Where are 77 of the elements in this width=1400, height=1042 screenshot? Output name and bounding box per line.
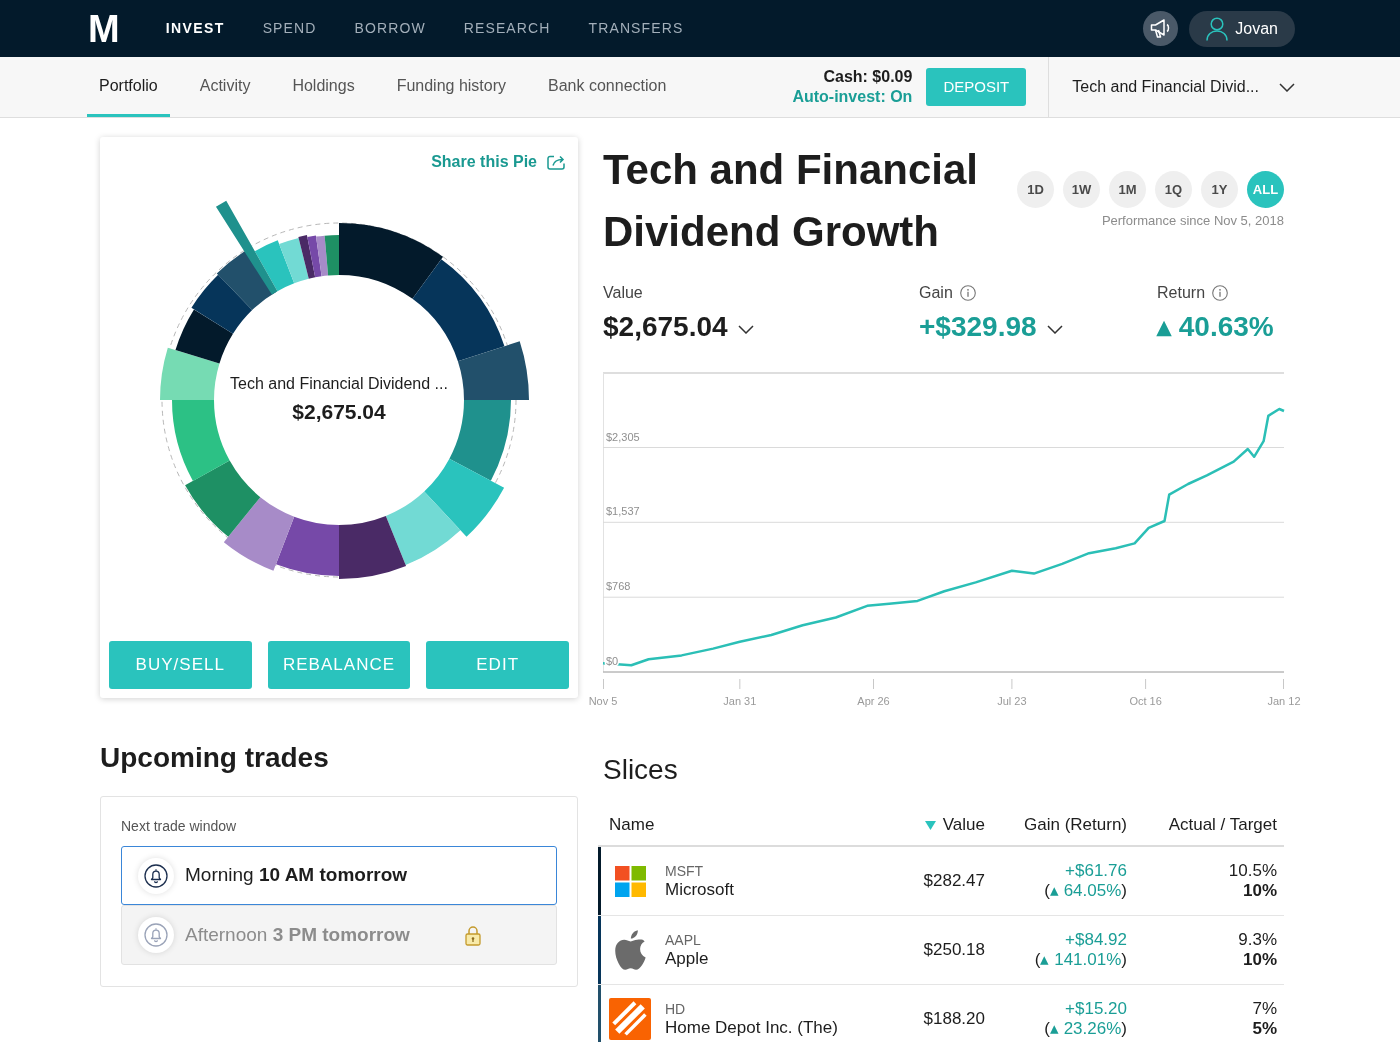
ticker: MSFT — [665, 862, 705, 880]
section-title: Upcoming trades — [100, 741, 330, 775]
four-squares-logo-icon — [614, 865, 646, 897]
tab[interactable]: Activity — [187, 57, 263, 117]
megaphone-button[interactable] — [1143, 11, 1179, 46]
stat-label: Value — [603, 283, 643, 303]
trade-window-option[interactable]: Morning 10 AM tomorrow — [121, 846, 557, 905]
target-percent: 10% — [1242, 950, 1277, 970]
slice-value: $282.47 — [923, 870, 985, 893]
gain-value: +$61.76 — [1065, 861, 1127, 881]
target-percent: 10% — [1242, 881, 1277, 901]
axis-label: Oct 16 — [1129, 695, 1162, 707]
slice-value: $188.20 — [923, 1008, 985, 1031]
tab[interactable]: Portfolio — [87, 57, 170, 117]
square-logo-icon — [609, 998, 651, 1040]
range-button[interactable]: 1D — [1017, 171, 1054, 208]
person-icon — [1206, 16, 1229, 41]
return-value: (▴ 23.26%) — [1044, 1019, 1127, 1039]
axis-label: Jul 23 — [997, 695, 1027, 707]
cash-balance: Cash: $0.09 — [823, 67, 913, 87]
gain-value: +$15.20 — [1065, 999, 1127, 1019]
nav-link[interactable]: RESEARCH — [463, 18, 551, 39]
range-button[interactable]: 1W — [1063, 171, 1100, 208]
slice-value: $250.18 — [923, 939, 985, 962]
user-menu-button[interactable]: Jovan — [1189, 10, 1295, 47]
actual-percent: 7% — [1252, 999, 1277, 1019]
nav-link[interactable]: TRANSFERS — [588, 18, 684, 39]
logo[interactable]: M — [88, 8, 120, 49]
column-header[interactable]: Actual / Target — [1168, 812, 1277, 838]
section-title: Slices — [603, 753, 679, 787]
gain-value: +$84.92 — [1065, 930, 1127, 950]
nav-link[interactable]: INVEST — [165, 18, 225, 39]
pie-dropdown[interactable]: Tech and Financial Divid... — [1048, 57, 1295, 117]
slice-name: Home Depot Inc. (The) — [665, 1018, 839, 1038]
stat-value: +$329.98 — [919, 310, 1037, 344]
tab[interactable]: Holdings — [280, 57, 367, 117]
target-percent: 5% — [1252, 1019, 1277, 1039]
axis-label: Jan 12 — [1267, 695, 1301, 707]
axis-label: $1,537 — [606, 505, 640, 518]
chevron-down-icon — [1279, 82, 1295, 92]
tab[interactable]: Funding history — [384, 57, 519, 117]
nav-link[interactable]: SPEND — [262, 18, 317, 39]
column-header[interactable]: Name — [609, 812, 655, 838]
megaphone-icon — [1150, 19, 1172, 38]
page-title: Tech and Financial Dividend Growth — [603, 145, 979, 257]
return-value: (▴ 64.05%) — [1044, 881, 1127, 901]
field-label: Next trade window — [121, 817, 238, 835]
actual-percent: 10.5% — [1228, 861, 1277, 881]
apple-logo-icon — [614, 930, 646, 970]
stat-value: ▴ 40.63% — [1157, 310, 1274, 344]
column-header[interactable]: Gain (Return) — [1024, 812, 1127, 838]
slice-name: Microsoft — [665, 880, 735, 900]
column-header[interactable]: Value — [924, 812, 985, 838]
axis-label: $2,305 — [606, 430, 640, 443]
actual-percent: 9.3% — [1238, 930, 1277, 950]
axis-label: Nov 5 — [588, 695, 618, 707]
axis-label: Jan 31 — [723, 695, 757, 707]
slice-name: Apple — [665, 949, 710, 969]
lock-icon — [464, 924, 481, 946]
range-button[interactable]: 1Q — [1155, 171, 1192, 208]
nav-link[interactable]: BORROW — [354, 18, 426, 39]
axis-label: Apr 26 — [857, 695, 890, 707]
ticker: HD — [665, 1000, 687, 1018]
sort-icon — [924, 820, 936, 830]
stat-value: $2,675.04 — [603, 310, 728, 344]
bell-icon — [138, 857, 174, 894]
performance-note: Performance since Nov 5, 2018 — [1101, 213, 1284, 229]
stat-label: Gain — [919, 283, 953, 303]
range-button[interactable]: 1Y — [1201, 171, 1238, 208]
stat-label: Return — [1157, 283, 1206, 303]
ticker: AAPL — [665, 931, 702, 949]
range-button[interactable]: 1M — [1109, 171, 1146, 208]
bell-icon — [138, 917, 174, 953]
return-value: (▴ 141.01%) — [1034, 950, 1127, 970]
share-icon — [547, 154, 565, 170]
axis-label: $768 — [606, 580, 631, 593]
tab[interactable]: Bank connection — [536, 57, 679, 117]
